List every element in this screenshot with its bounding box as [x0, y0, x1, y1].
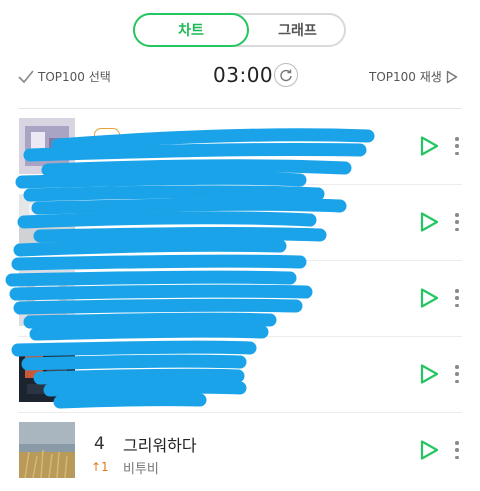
more-options-icon[interactable] — [452, 287, 462, 309]
select-top100-button[interactable]: TOP100 선택 — [18, 68, 111, 85]
play-top100-button[interactable]: TOP100 재생 — [369, 68, 458, 85]
refresh-button[interactable] — [274, 63, 298, 87]
album-art — [19, 270, 75, 326]
chart-row[interactable]: 4 ↑1 그리워하다 비투비 — [0, 413, 480, 489]
play-outline-icon — [446, 70, 458, 83]
more-options-icon[interactable] — [452, 363, 462, 385]
play-icon[interactable] — [418, 135, 440, 157]
rank-number: 4 — [94, 434, 105, 454]
song-title: 그리워하다 — [123, 436, 197, 455]
play-top100-label: TOP100 재생 — [369, 70, 442, 84]
hot-badge — [94, 128, 120, 142]
chart-row[interactable] — [0, 185, 480, 261]
rank-change: ↑1 — [91, 460, 109, 474]
chart-row[interactable] — [0, 337, 480, 413]
chart-toolbar: TOP100 선택 03:00 TOP100 재생 — [0, 58, 480, 96]
tab-chart[interactable]: 차트 — [133, 13, 249, 47]
refresh-icon — [280, 69, 292, 82]
play-icon[interactable] — [418, 363, 440, 385]
chart-graph-toggle: 차트 그래프 — [133, 13, 346, 47]
more-options-icon[interactable] — [452, 439, 462, 461]
album-art — [19, 346, 75, 402]
chart-timer: 03:00 — [213, 63, 274, 87]
album-art — [19, 194, 75, 250]
chart-row[interactable] — [0, 109, 480, 185]
check-icon — [18, 69, 34, 83]
more-options-icon[interactable] — [452, 135, 462, 157]
play-icon[interactable] — [418, 287, 440, 309]
chart-row[interactable] — [0, 261, 480, 337]
tab-graph[interactable]: 그래프 — [249, 15, 346, 45]
album-art — [19, 422, 75, 478]
more-options-icon[interactable] — [452, 211, 462, 233]
song-artist: 비투비 — [123, 462, 159, 477]
play-icon[interactable] — [418, 439, 440, 461]
select-top100-label: TOP100 선택 — [38, 70, 111, 84]
play-icon[interactable] — [418, 211, 440, 233]
album-art — [19, 118, 75, 174]
